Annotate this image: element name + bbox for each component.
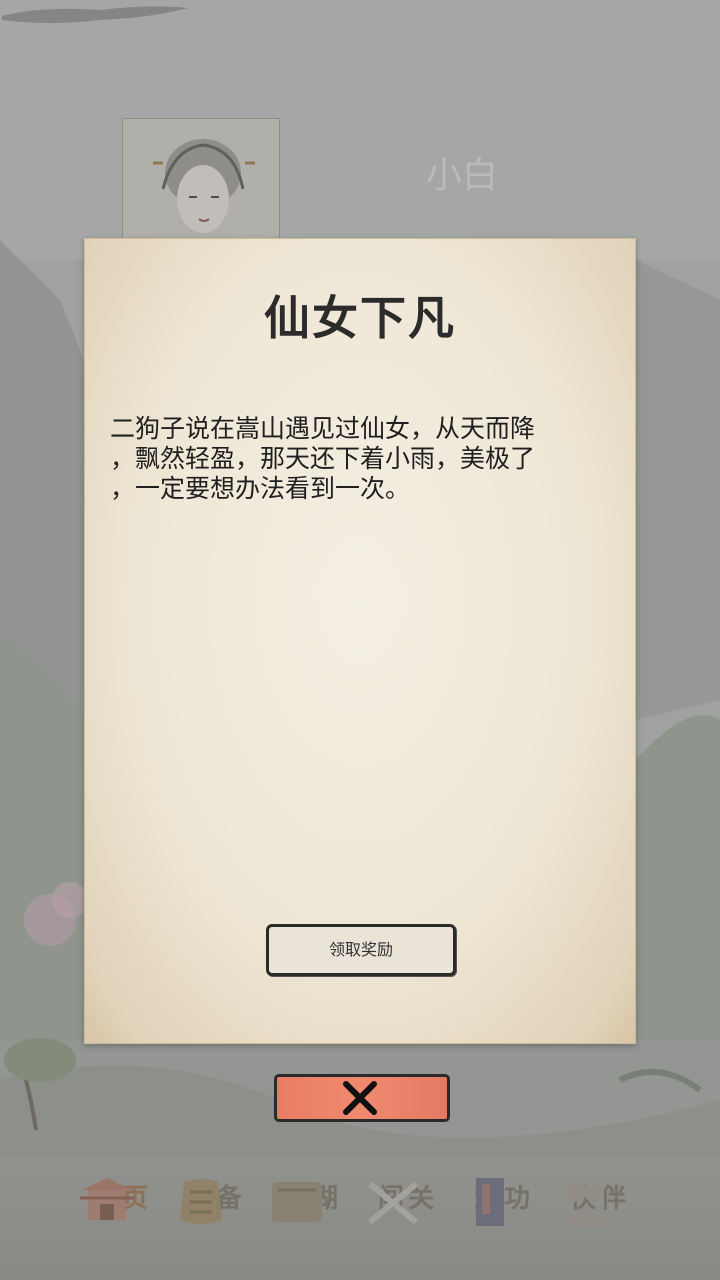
event-description-line: ，一定要想办法看到一次。 bbox=[110, 474, 411, 503]
close-button[interactable] bbox=[274, 1074, 450, 1122]
close-icon bbox=[343, 1081, 377, 1115]
claim-reward-button[interactable]: 领取奖励 bbox=[266, 924, 456, 976]
event-description-line: ，飘然轻盈，那天还下着小雨，美极了 bbox=[110, 444, 536, 473]
event-title: 仙女下凡 bbox=[264, 291, 456, 345]
event-dialog: 仙女下凡 二狗子说在嵩山遇见过仙女，从天而降 ，飘然轻盈，那天还下着小雨，美极了… bbox=[84, 238, 636, 1044]
event-description-line: 二狗子说在嵩山遇见过仙女，从天而降 bbox=[110, 414, 536, 443]
event-description: 二狗子说在嵩山遇见过仙女，从天而降 ，飘然轻盈，那天还下着小雨，美极了 ，一定要… bbox=[110, 414, 596, 504]
